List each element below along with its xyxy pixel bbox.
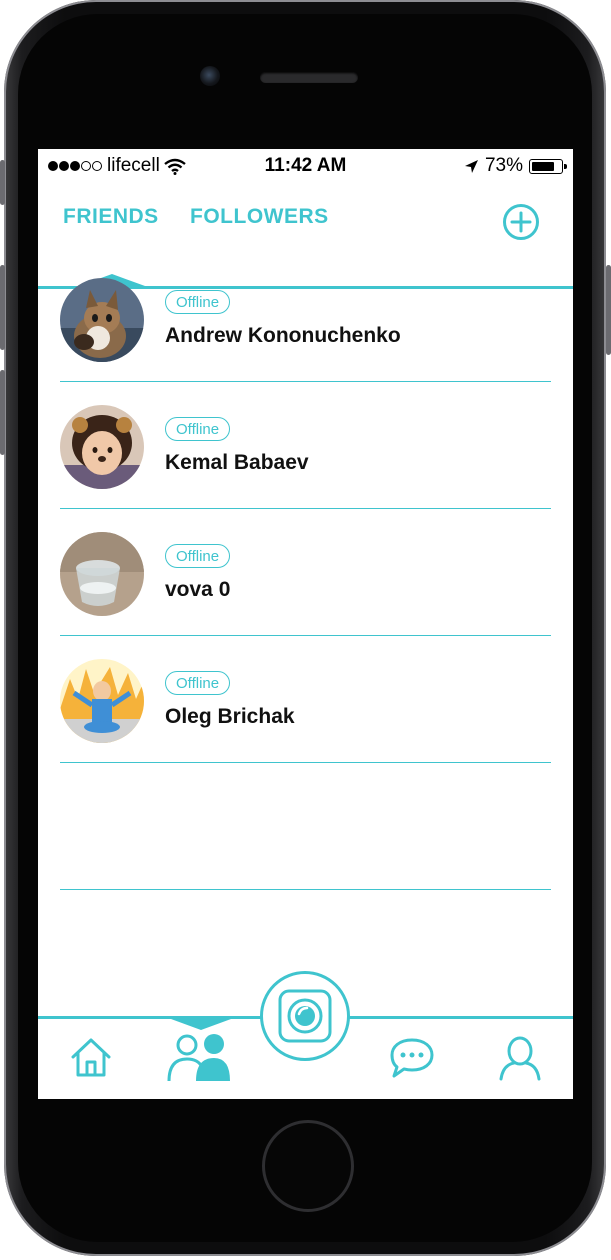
avatar-child: [60, 405, 144, 489]
battery-percent: 73%: [484, 155, 523, 176]
power-button: [606, 265, 611, 355]
friend-row[interactable]: Offline Oleg Brichak: [38, 636, 573, 763]
tab-friends[interactable]: FRIENDS: [63, 205, 159, 229]
friends-icon[interactable]: [166, 1031, 232, 1083]
app-screen: lifecell 11:42 AM 73% FRIENDS FOLLOWERS: [38, 149, 573, 1099]
friend-name: Kemal Babaev: [165, 451, 309, 474]
location-arrow-icon: [464, 159, 478, 173]
chat-icon[interactable]: [389, 1037, 435, 1079]
earpiece-speaker: [260, 72, 358, 83]
status-badge: Offline: [165, 544, 231, 568]
battery-area: 73%: [464, 155, 567, 177]
camera-icon: [278, 989, 332, 1043]
friend-row[interactable]: Offline Kemal Babaev: [38, 382, 573, 509]
volume-up-button: [0, 265, 5, 350]
profile-icon[interactable]: [498, 1035, 542, 1081]
home-icon[interactable]: [69, 1035, 113, 1079]
friend-name: Andrew Kononuchenko: [165, 324, 401, 347]
avatar-cat: [60, 278, 144, 362]
row-divider: [60, 762, 551, 763]
status-badge: Offline: [165, 290, 231, 314]
tab-bar: FRIENDS FOLLOWERS: [38, 183, 573, 289]
friend-name: Oleg Brichak: [165, 705, 295, 728]
mute-switch: [0, 160, 5, 205]
volume-down-button: [0, 370, 5, 455]
friend-row[interactable]: Offline Andrew Kononuchenko: [38, 255, 573, 382]
active-nav-indicator: [171, 1019, 231, 1030]
battery-icon: [529, 158, 567, 174]
avatar-cartoon: [60, 659, 144, 743]
camera-button[interactable]: [260, 971, 350, 1061]
status-bar: lifecell 11:42 AM 73%: [38, 149, 573, 183]
friend-row[interactable]: Offline vova 0: [38, 509, 573, 636]
plus-circle-icon[interactable]: [502, 203, 540, 241]
friend-name: vova 0: [165, 578, 231, 601]
home-hardware-button[interactable]: [262, 1120, 354, 1212]
row-divider: [60, 889, 551, 890]
front-camera: [200, 66, 220, 86]
status-badge: Offline: [165, 671, 231, 695]
avatar-glass: [60, 532, 144, 616]
tab-followers[interactable]: FOLLOWERS: [190, 205, 329, 229]
status-badge: Offline: [165, 417, 231, 441]
